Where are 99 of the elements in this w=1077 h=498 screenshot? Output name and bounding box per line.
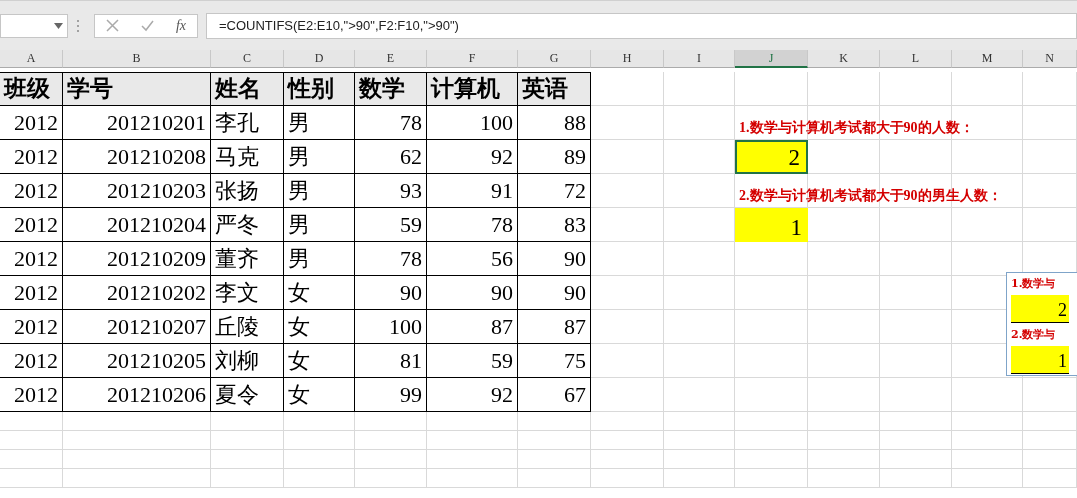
column-header[interactable]: M: [952, 50, 1023, 68]
check-icon[interactable]: [140, 19, 154, 32]
header-cell: 性别: [284, 72, 355, 106]
table-cell: 夏令: [211, 378, 284, 412]
table-cell: 2012: [0, 378, 63, 412]
column-header[interactable]: G: [518, 50, 591, 68]
table-cell: 56: [427, 242, 518, 276]
table-cell: 201210208: [63, 140, 211, 174]
linked-picture[interactable]: 1.数学与 2 2.数学与 1: [1006, 272, 1077, 376]
table-cell: 男: [284, 140, 355, 174]
table-cell: 59: [427, 344, 518, 378]
question-label: 1.数学与计算机考试都大于90的人数：: [738, 119, 974, 137]
table-cell: 67: [518, 378, 591, 412]
table-cell: 78: [427, 208, 518, 242]
column-header[interactable]: N: [1023, 50, 1077, 68]
table-cell: 201210203: [63, 174, 211, 208]
column-header[interactable]: L: [880, 50, 952, 68]
column-header[interactable]: B: [63, 50, 211, 68]
table-cell: 88: [518, 106, 591, 140]
table-cell: 90: [518, 276, 591, 310]
answer-cell[interactable]: 2: [735, 140, 808, 174]
answer-cell: 2: [1011, 295, 1069, 323]
table-cell: 马克: [211, 140, 284, 174]
table-cell: 女: [284, 276, 355, 310]
table-cell: 男: [284, 208, 355, 242]
table-cell: 刘柳: [211, 344, 284, 378]
table-cell: 89: [518, 140, 591, 174]
column-header[interactable]: I: [664, 50, 735, 68]
question-label: 2.数学与计算机考试都大于90的男生人数：: [738, 187, 1002, 205]
header-cell: 学号: [63, 72, 211, 106]
column-header[interactable]: J: [735, 50, 808, 68]
table-cell: 87: [518, 310, 591, 344]
table-cell: 62: [355, 140, 427, 174]
table-cell: 男: [284, 242, 355, 276]
table-cell: 87: [427, 310, 518, 344]
table-cell: 93: [355, 174, 427, 208]
table-cell: 92: [427, 140, 518, 174]
column-header[interactable]: A: [0, 50, 63, 68]
table-cell: 女: [284, 378, 355, 412]
column-header[interactable]: F: [427, 50, 518, 68]
table-cell: 2012: [0, 276, 63, 310]
table-cell: 201210204: [63, 208, 211, 242]
header-cell: 姓名: [211, 72, 284, 106]
table-cell: 男: [284, 174, 355, 208]
column-header[interactable]: K: [808, 50, 880, 68]
table-cell: 72: [518, 174, 591, 208]
table-cell: 女: [284, 344, 355, 378]
table-cell: 董齐: [211, 242, 284, 276]
table-cell: 丘陵: [211, 310, 284, 344]
table-cell: 2012: [0, 310, 63, 344]
table-cell: 2012: [0, 208, 63, 242]
table-cell: 90: [427, 276, 518, 310]
table-cell: 2012: [0, 242, 63, 276]
formula-field[interactable]: =COUNTIFS(E2:E10,">90",F2:F10,">90"): [206, 12, 1077, 39]
table-cell: 90: [355, 276, 427, 310]
table-cell: 81: [355, 344, 427, 378]
question-label: 1.数学与: [1011, 276, 1057, 291]
column-header[interactable]: C: [211, 50, 284, 68]
table-cell: 李文: [211, 276, 284, 310]
table-cell: 张扬: [211, 174, 284, 208]
table-cell: 李孔: [211, 106, 284, 140]
table-cell: 2012: [0, 174, 63, 208]
table-cell: 201210202: [63, 276, 211, 310]
column-header[interactable]: H: [591, 50, 664, 68]
dropdown-caret-icon[interactable]: [54, 22, 63, 29]
table-cell: 59: [355, 208, 427, 242]
table-cell: 201210205: [63, 344, 211, 378]
table-cell: 201210209: [63, 242, 211, 276]
table-cell: 100: [427, 106, 518, 140]
table-cell: 91: [427, 174, 518, 208]
header-cell: 数学: [355, 72, 427, 106]
cancel-icon[interactable]: [105, 19, 119, 32]
table-cell: 2012: [0, 140, 63, 174]
drag-handle-icon[interactable]: [76, 18, 80, 33]
column-header[interactable]: E: [355, 50, 427, 68]
header-cell: 班级: [0, 72, 63, 106]
table-cell: 83: [518, 208, 591, 242]
answer-cell[interactable]: 1: [735, 208, 808, 242]
table-cell: 90: [518, 242, 591, 276]
column-header[interactable]: D: [284, 50, 355, 68]
header-cell: 计算机: [427, 72, 518, 106]
table-cell: 78: [355, 106, 427, 140]
table-cell: 2012: [0, 344, 63, 378]
table-cell: 2012: [0, 106, 63, 140]
table-cell: 78: [355, 242, 427, 276]
question-label: 2.数学与: [1011, 327, 1057, 342]
table-cell: 92: [427, 378, 518, 412]
answer-cell: 1: [1011, 346, 1069, 374]
table-cell: 严冬: [211, 208, 284, 242]
table-cell: 201210206: [63, 378, 211, 412]
header-cell: 英语: [518, 72, 591, 106]
table-cell: 女: [284, 310, 355, 344]
insert-function-button[interactable]: fx: [175, 17, 186, 34]
table-cell: 201210201: [63, 106, 211, 140]
table-cell: 75: [518, 344, 591, 378]
table-cell: 201210207: [63, 310, 211, 344]
table-cell: 100: [355, 310, 427, 344]
table-cell: 男: [284, 106, 355, 140]
table-cell: 99: [355, 378, 427, 412]
